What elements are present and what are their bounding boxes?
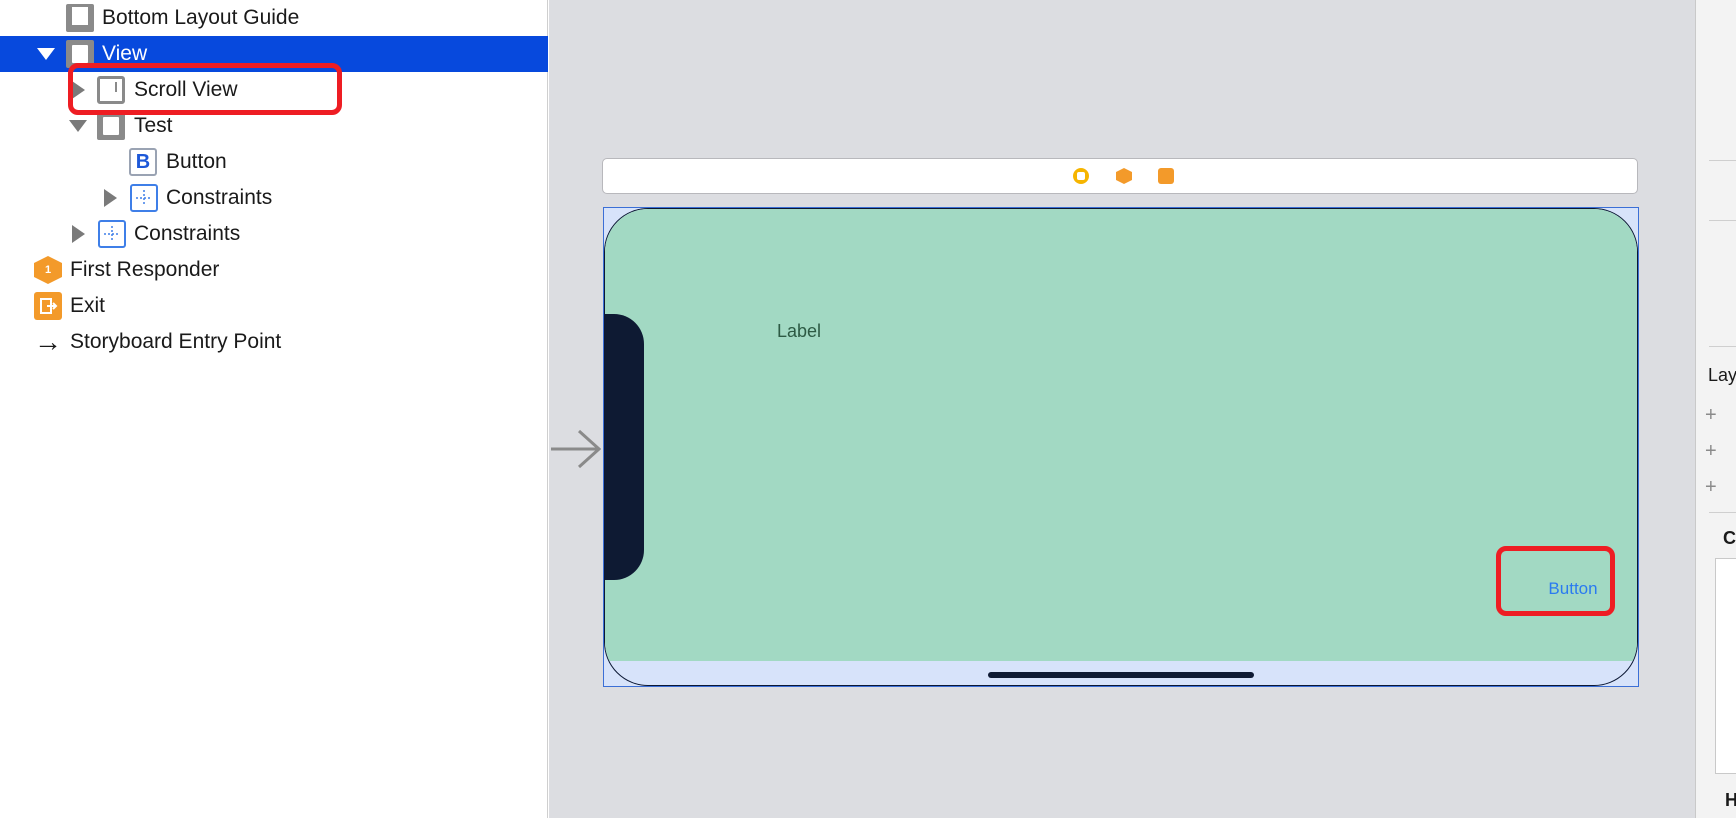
annotation-highlight	[68, 63, 342, 115]
exit-icon[interactable]	[1158, 168, 1174, 184]
constraints-icon	[98, 220, 126, 248]
inspector-list[interactable]	[1715, 558, 1736, 774]
home-indicator	[988, 672, 1254, 678]
plus-icon[interactable]: +	[1705, 440, 1717, 463]
storyboard-canvas[interactable]: Label Button	[549, 0, 1695, 818]
plus-icon[interactable]: +	[1705, 476, 1717, 499]
disclosure-expanded-icon[interactable]	[37, 48, 55, 60]
disclosure-collapsed-icon[interactable]	[72, 225, 85, 243]
outline-item-constraints[interactable]: Constraints	[0, 180, 548, 216]
first-responder-icon[interactable]	[1116, 168, 1132, 184]
outline-item-label: Test	[134, 114, 173, 137]
section-header-h: H	[1725, 790, 1736, 810]
layout-guide-icon	[66, 4, 94, 32]
view-controller-icon[interactable]	[1073, 168, 1089, 184]
section-header-layout: Lay	[1708, 365, 1736, 385]
outline-item-button[interactable]: B Button	[0, 144, 548, 180]
test-view[interactable]: Label Button	[605, 209, 1637, 661]
exit-icon	[34, 292, 62, 320]
divider	[1709, 512, 1736, 513]
outline-item-label: First Responder	[70, 258, 220, 281]
outline-item-label: Constraints	[134, 222, 241, 245]
entry-point-arrow-icon[interactable]	[549, 427, 601, 471]
device-notch	[605, 314, 644, 580]
constraints-icon	[130, 184, 158, 212]
scene-label[interactable]: Label	[777, 321, 821, 342]
outline-item-bottom-layout-guide[interactable]: Bottom Layout Guide	[0, 0, 548, 36]
view-icon	[97, 112, 125, 140]
outline-item-constraints[interactable]: Constraints	[0, 216, 548, 252]
scene-dock[interactable]	[602, 158, 1638, 194]
disclosure-expanded-icon[interactable]	[69, 120, 87, 132]
divider	[1709, 346, 1736, 347]
annotation-highlight	[1496, 546, 1615, 616]
plus-icon[interactable]: +	[1705, 404, 1717, 427]
button-icon: B	[129, 148, 157, 176]
outline-item-storyboard-entry-point[interactable]: → Storyboard Entry Point	[0, 324, 548, 360]
arrow-right-icon: →	[34, 326, 62, 357]
first-responder-icon: 1	[34, 256, 62, 284]
divider	[1709, 220, 1736, 221]
document-outline: Bottom Layout Guide View Scroll View Tes…	[0, 0, 548, 818]
outline-item-label: Exit	[70, 294, 106, 317]
outline-item-label: Button	[166, 150, 227, 173]
outline-item-exit[interactable]: Exit	[0, 288, 548, 324]
section-header-c: C	[1723, 528, 1736, 548]
disclosure-collapsed-icon[interactable]	[104, 189, 117, 207]
outline-item-label: Constraints	[166, 186, 273, 209]
divider	[1709, 160, 1736, 161]
outline-item-first-responder[interactable]: 1 First Responder	[0, 252, 548, 288]
outline-item-label: Storyboard Entry Point	[70, 330, 282, 353]
outline-item-label: Bottom Layout Guide	[102, 6, 300, 29]
device-screen: Label Button	[604, 208, 1638, 686]
inspector-panel: Lay + + + C H	[1695, 0, 1736, 818]
device-frame: Label Button	[603, 207, 1639, 687]
